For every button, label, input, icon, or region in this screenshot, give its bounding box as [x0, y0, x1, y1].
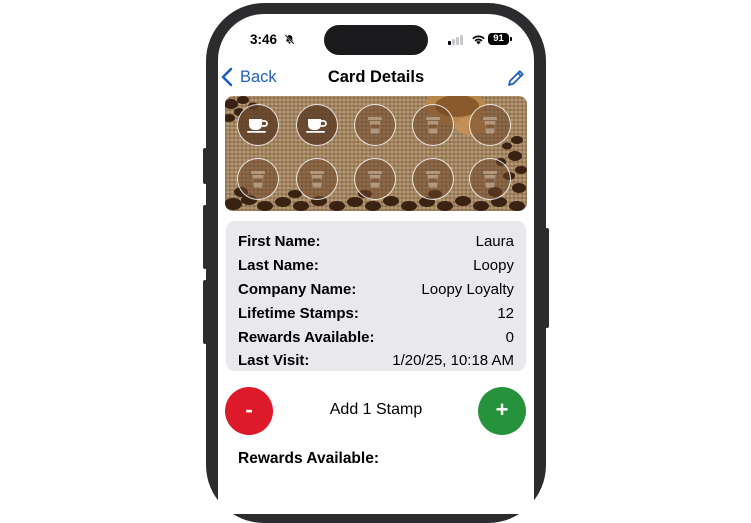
rewards-section-heading: Rewards Available: [238, 450, 379, 467]
battery-tip [510, 37, 512, 41]
stamp-slot-empty [354, 104, 396, 146]
detail-row-lifetime-stamps: Lifetime Stamps: 12 [238, 302, 514, 324]
phone-side-button [545, 228, 549, 328]
coffee-cup-icon [306, 119, 327, 133]
takeaway-cup-icon [483, 171, 497, 188]
detail-row-last-name: Last Name: Loopy [238, 254, 514, 276]
add-stamp-button[interactable]: + [478, 387, 526, 435]
stamp-slot-empty [412, 158, 454, 200]
stamp-slot-empty [354, 158, 396, 200]
wifi-icon [472, 35, 485, 45]
stamp-slot-empty [412, 104, 454, 146]
takeaway-cup-icon [310, 171, 324, 188]
app-screen: 3:46 91 Back Card Details First Name: La… [218, 14, 534, 514]
coffee-cup-icon [247, 119, 268, 133]
detail-value: 0 [505, 328, 514, 346]
dynamic-island [324, 25, 428, 55]
stamp-slot-filled [237, 104, 279, 146]
stamp-slot-filled [296, 104, 338, 146]
stamp-slot-empty [296, 158, 338, 200]
detail-label: Rewards Available: [238, 328, 375, 346]
detail-value: Laura [475, 232, 514, 250]
status-time: 3:46 [250, 32, 278, 47]
detail-value: Loopy [473, 256, 514, 274]
pencil-icon[interactable] [506, 68, 526, 88]
takeaway-cup-icon [483, 117, 497, 134]
detail-value: 12 [497, 304, 514, 322]
stamp-grid [225, 96, 527, 211]
stamp-control: - Add 1 Stamp + [218, 385, 534, 435]
phone-side-button [203, 280, 207, 344]
stamp-slot-empty [469, 158, 511, 200]
detail-label: Last Visit: [238, 351, 310, 369]
detail-value: 1/20/25, 10:18 AM [392, 351, 514, 369]
phone-side-button [203, 148, 207, 184]
takeaway-cup-icon [251, 171, 265, 188]
stamp-slot-empty [469, 104, 511, 146]
detail-row-last-visit: Last Visit: 1/20/25, 10:18 AM [238, 349, 514, 371]
detail-row-rewards-available: Rewards Available: 0 [238, 326, 514, 348]
stamp-slot-empty [237, 158, 279, 200]
takeaway-cup-icon [368, 171, 382, 188]
detail-label: First Name: [238, 232, 321, 250]
phone-side-button [203, 205, 207, 269]
detail-row-first-name: First Name: Laura [238, 230, 514, 252]
takeaway-cup-icon [368, 117, 382, 134]
takeaway-cup-icon [426, 171, 440, 188]
takeaway-cup-icon [426, 117, 440, 134]
detail-label: Last Name: [238, 256, 319, 274]
detail-label: Company Name: [238, 280, 357, 298]
page-title: Card Details [327, 68, 425, 86]
detail-row-company-name: Company Name: Loopy Loyalty [238, 278, 514, 300]
battery-icon: 91 [488, 33, 509, 45]
customer-details-panel: First Name: Laura Last Name: Loopy Compa… [226, 221, 526, 371]
detail-value: Loopy Loyalty [421, 280, 514, 298]
detail-label: Lifetime Stamps: [238, 304, 359, 322]
bell-slash-icon [284, 34, 295, 45]
